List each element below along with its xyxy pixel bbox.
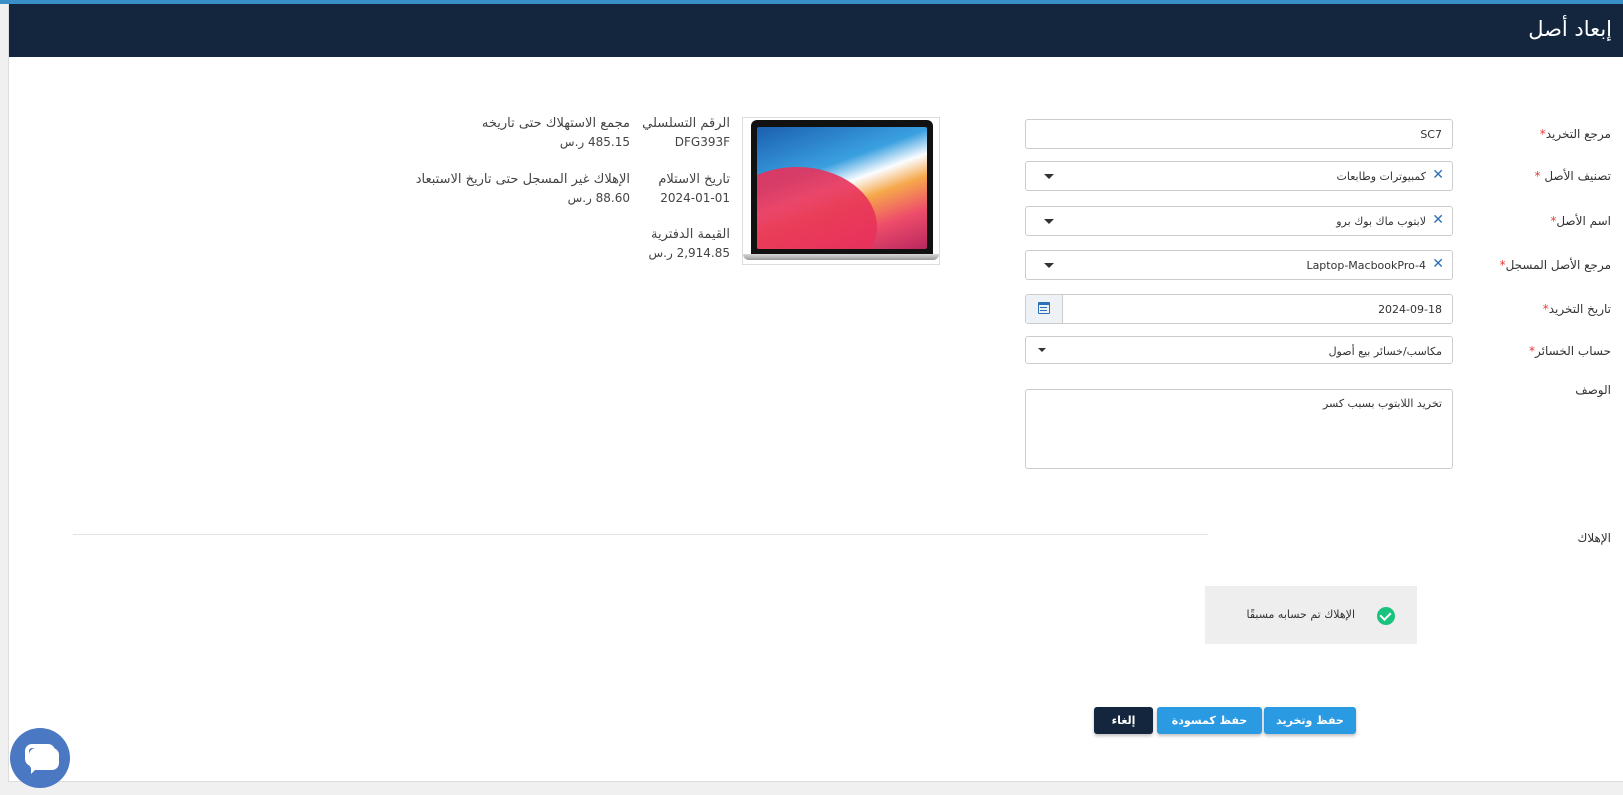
cancel-button[interactable]: إلغاء [1094, 707, 1153, 734]
accumulated-label: مجمع الاستهلاك حتى تاريخه [481, 116, 630, 131]
chat-widget-button[interactable] [10, 728, 70, 788]
clear-icon[interactable]: ✕ [1432, 256, 1444, 272]
loss-account-value: مكاسب/خسائر بيع أصول [1328, 345, 1442, 358]
required-mark: * [1534, 169, 1541, 183]
calendar-icon [1038, 302, 1050, 314]
accumulated-value: 485.15 ر.س [559, 135, 630, 149]
clear-icon[interactable]: ✕ [1432, 167, 1444, 183]
asset-name-label: اسم الأصل* [1550, 214, 1611, 228]
ref-label-text: مرجع التخريد [1545, 127, 1611, 141]
description-textarea[interactable]: تخريد اللابتوب بسبب كسر [1025, 389, 1453, 469]
save-scrap-button[interactable]: حفظ وتخريد [1264, 707, 1356, 734]
loss-account-label: حساب الخسائر* [1529, 344, 1611, 358]
depreciation-notice: الإهلاك تم حسابه مسبقًا [1205, 586, 1417, 644]
category-label: تصنيف الأصل * [1534, 169, 1611, 183]
asset-photo [742, 117, 940, 265]
chat-bubble-tail [31, 768, 37, 774]
book-value-label: القيمة الدفترية [651, 227, 730, 242]
ref-label: مرجع التخريد* [1540, 127, 1611, 141]
accumulated-info: مجمع الاستهلاك حتى تاريخه 485.15 ر.س [482, 116, 630, 149]
category-select[interactable]: ✕ كمبيوترات وطابعات [1025, 161, 1453, 191]
serial-value: DFG393F [674, 135, 730, 149]
save-draft-button[interactable]: حفظ كمسودة [1157, 707, 1262, 734]
laptop-lid [751, 120, 933, 254]
date-input[interactable]: 2024-09-18 [1025, 294, 1453, 324]
depreciation-label: الإهلاك [1577, 531, 1611, 545]
clear-icon[interactable]: ✕ [1432, 212, 1444, 228]
registered-ref-label: مرجع الأصل المسجل* [1500, 258, 1611, 272]
unrecorded-value: 88.60 ر.س [567, 191, 630, 205]
depreciation-notice-text: الإهلاك تم حسابه مسبقًا [1246, 608, 1356, 621]
description-label: الوصف [1575, 383, 1611, 397]
laptop-base [743, 254, 939, 260]
ref-value: SC7 [1420, 128, 1442, 141]
calendar-button[interactable] [1026, 295, 1063, 323]
chevron-down-icon[interactable] [1038, 348, 1046, 352]
received-info: تاريخ الاستلام 2024-01-01 [658, 172, 730, 205]
received-label: تاريخ الاستلام [658, 172, 730, 187]
registered-ref-label-text: مرجع الأصل المسجل [1505, 258, 1611, 272]
unrecorded-label: الإهلاك غير المسجل حتى تاريخ الاستبعاد [415, 172, 630, 187]
laptop-screen [757, 127, 927, 249]
page-title: إبعاد أصل [1528, 17, 1612, 41]
chevron-down-icon[interactable] [1044, 174, 1054, 179]
date-label: تاريخ التخريد* [1543, 302, 1611, 316]
serial-info: الرقم التسلسلي DFG393F [642, 116, 730, 149]
section-divider [73, 534, 1208, 535]
registered-ref-value: Laptop-MacbookPro-4 [1306, 259, 1426, 272]
chat-bubble-shape [29, 748, 59, 770]
serial-label: الرقم التسلسلي [642, 116, 730, 131]
loss-account-label-text: حساب الخسائر [1535, 344, 1611, 358]
book-value: 2,914.85 ر.س [648, 246, 730, 260]
dialog-header: إبعاد أصل [9, 4, 1623, 57]
dialog: إبعاد أصل مرجع التخريد* تصنيف الأصل * اس… [8, 4, 1623, 782]
received-value: 2024-01-01 [660, 191, 730, 205]
category-label-text: تصنيف الأصل [1544, 169, 1611, 183]
asset-name-select[interactable]: ✕ لابتوب ماك بوك برو [1025, 206, 1453, 236]
date-value: 2024-09-18 [1378, 303, 1442, 316]
loss-account-select[interactable]: مكاسب/خسائر بيع أصول [1025, 336, 1453, 364]
unrecorded-info: الإهلاك غير المسجل حتى تاريخ الاستبعاد 8… [416, 172, 630, 205]
registered-ref-select[interactable]: ✕ Laptop-MacbookPro-4 [1025, 250, 1453, 280]
date-label-text: تاريخ التخريد [1548, 302, 1611, 316]
asset-name-label-text: اسم الأصل [1556, 214, 1611, 228]
book-value-info: القيمة الدفترية 2,914.85 ر.س [648, 227, 730, 260]
check-circle-icon [1377, 607, 1395, 625]
category-value: كمبيوترات وطابعات [1336, 170, 1426, 183]
ref-input[interactable]: SC7 [1025, 119, 1453, 149]
asset-name-value: لابتوب ماك بوك برو [1336, 215, 1426, 228]
chevron-down-icon[interactable] [1044, 219, 1054, 224]
chevron-down-icon[interactable] [1044, 263, 1054, 268]
